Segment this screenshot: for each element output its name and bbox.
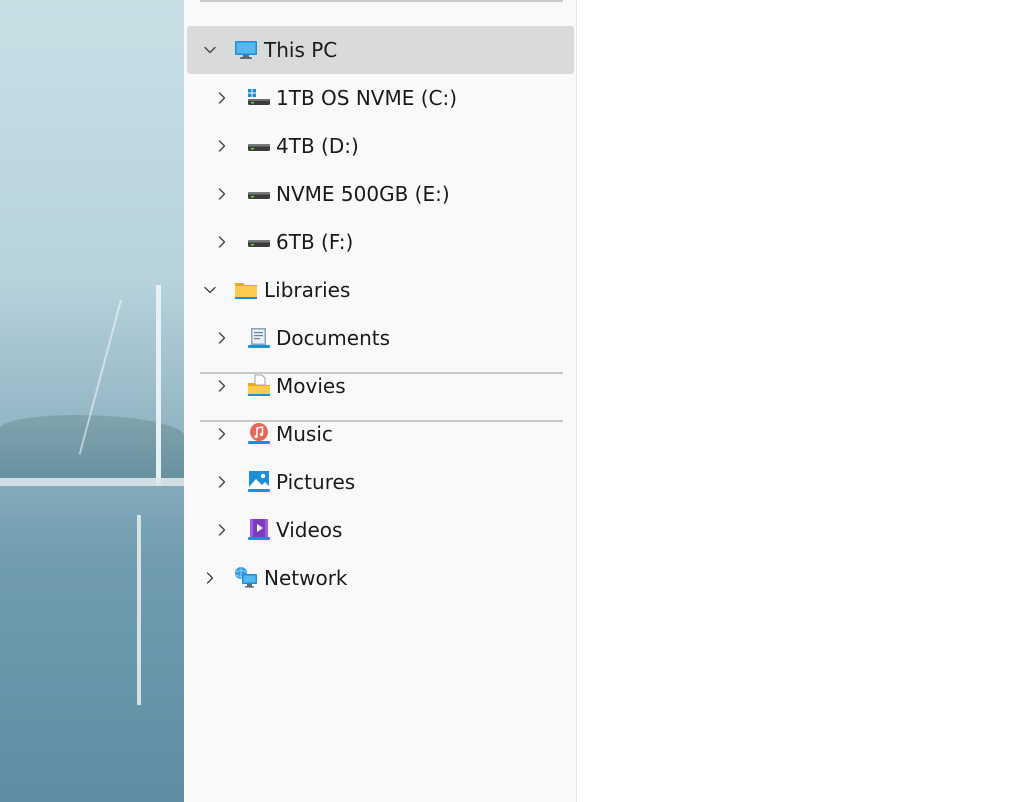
drive-icon [248,240,270,247]
drive-icon [248,144,270,151]
drive-icon [248,192,270,199]
chevron-right-icon[interactable] [203,571,217,585]
chevron-right-icon[interactable] [215,475,229,489]
content-pane[interactable] [577,0,1024,802]
tree-item-libraries[interactable]: Libraries [187,266,574,314]
tree-item-label: 1TB OS NVME (C:) [276,86,458,110]
tree-item-label: Documents [276,326,391,350]
tree-item-videos[interactable]: Videos [187,506,574,554]
libraries-folder-icon [235,283,257,299]
tree-item-documents[interactable]: Documents [187,314,574,362]
tree-item-pictures[interactable]: Pictures [187,458,574,506]
tree-item-label: Videos [276,518,343,542]
wallpaper-bridge-mast [156,285,161,485]
network-icon [235,567,257,588]
chevron-right-icon[interactable] [215,427,229,441]
tree-item-network[interactable]: Network [187,554,574,602]
chevron-right-icon[interactable] [215,91,229,105]
tree-item-label: 6TB (F:) [276,230,354,254]
pictures-icon [248,471,270,492]
tree-item-label: Pictures [276,470,356,494]
desktop-wallpaper [0,0,184,802]
tree-item-label: 4TB (D:) [276,134,359,158]
monitor-icon [235,41,257,59]
chevron-right-icon[interactable] [215,235,229,249]
chevron-down-icon[interactable] [203,43,217,57]
tree-item-this-pc[interactable]: This PC [187,26,574,74]
tree-item-drive-c[interactable]: 1TB OS NVME (C:) [187,74,574,122]
os-drive-icon [248,89,270,105]
tree-item-music[interactable]: Music [187,410,574,458]
tree-item-label: NVME 500GB (E:) [276,182,450,206]
music-icon [248,423,270,444]
wallpaper-bridge-pier [137,515,141,705]
chevron-down-icon[interactable] [203,283,217,297]
tree-item-label: Music [276,422,333,446]
chevron-right-icon[interactable] [215,331,229,345]
videos-icon [248,519,270,540]
nav-divider-top [200,0,563,2]
tree-item-label: Libraries [264,278,351,302]
chevron-right-icon[interactable] [215,379,229,393]
movies-folder-icon [248,374,270,396]
wallpaper-bridge-deck [0,478,184,486]
navigation-pane[interactable]: This PC 1TB OS NVME (C:) 4TB (D:) NVME 5… [184,0,577,802]
chevron-right-icon[interactable] [215,139,229,153]
chevron-right-icon[interactable] [215,187,229,201]
nav-divider [200,372,563,374]
tree-item-label: Movies [276,374,346,398]
tree-item-drive-f[interactable]: 6TB (F:) [187,218,574,266]
tree-item-drive-d[interactable]: 4TB (D:) [187,122,574,170]
file-explorer-window: This PC 1TB OS NVME (C:) 4TB (D:) NVME 5… [184,0,1024,802]
chevron-right-icon[interactable] [215,523,229,537]
tree-item-label: This PC [264,38,338,62]
tree-item-label: Network [264,566,348,590]
documents-icon [248,328,270,348]
tree-item-drive-e[interactable]: NVME 500GB (E:) [187,170,574,218]
tree-item-movies[interactable]: Movies [187,362,574,410]
